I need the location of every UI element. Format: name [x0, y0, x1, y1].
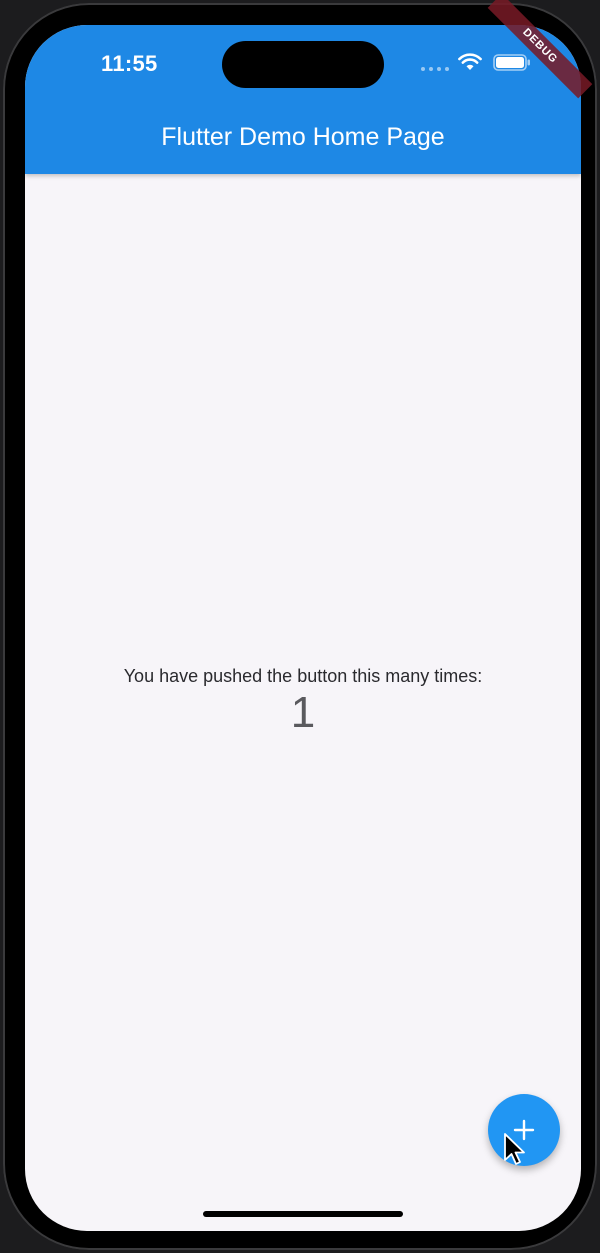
- home-indicator: [203, 1211, 403, 1217]
- wifi-icon: [458, 53, 482, 70]
- status-time: 11:55: [101, 51, 158, 76]
- cellular-signal-icon: [421, 67, 449, 71]
- counter-caption: You have pushed the button this many tim…: [123, 666, 483, 686]
- counter-value: 1: [290, 688, 316, 737]
- stage: 11:55 Flutter Demo Home Page You have pu…: [0, 0, 600, 1253]
- battery-icon: [493, 54, 530, 71]
- app-bar-title: Flutter Demo Home Page: [161, 123, 445, 151]
- phone-screen: 11:55 Flutter Demo Home Page You have pu…: [25, 25, 581, 1231]
- counter-section: You have pushed the button this many tim…: [25, 665, 581, 739]
- dynamic-island: [222, 41, 384, 88]
- mouse-cursor-icon: [504, 1133, 525, 1165]
- app-bar: 11:55 Flutter Demo Home Page: [25, 25, 581, 174]
